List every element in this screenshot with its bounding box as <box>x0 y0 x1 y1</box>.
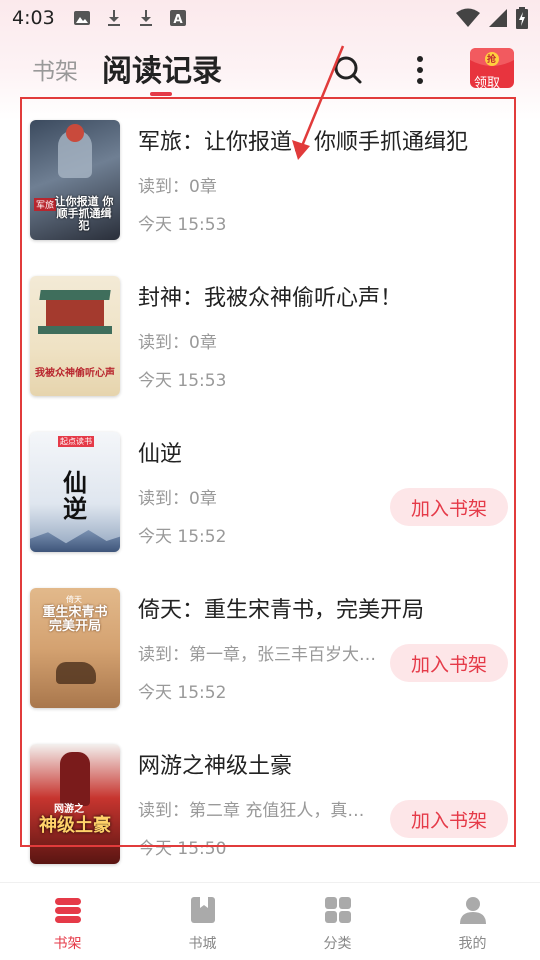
nav-label: 书城 <box>188 936 217 952</box>
cover-tag: 倚天 <box>66 595 82 604</box>
cover-figure-head <box>66 124 84 142</box>
list-item[interactable]: 网游之 神级土豪 网游之神级土豪 读到：第二章 充值狂人，真… 今天 15:50… <box>0 724 540 880</box>
book-progress: 读到：第二章 充值狂人，真… <box>138 801 365 821</box>
cover-title: 仙逆 <box>63 468 87 524</box>
reward-badge: 抢 <box>487 55 497 65</box>
reward-claim-button[interactable]: 抢 领取 <box>466 46 518 91</box>
cover-title: 重生宋青书 完美开局 <box>42 605 108 635</box>
book-cover[interactable]: 我被众神偷听心声 <box>30 276 120 396</box>
nav-label: 书架 <box>53 936 82 952</box>
add-to-shelf-button[interactable]: 加入书架 <box>390 644 508 682</box>
cover-title: 让你报道 你顺手抓通缉犯 <box>54 195 114 233</box>
reading-history-list: 军旅 让你报道 你顺手抓通缉犯 军旅：让你报道，你顺手抓通缉犯 读到：0章 今天… <box>0 100 540 880</box>
book-time: 今天 15:52 <box>138 683 227 703</box>
book-cover[interactable]: 起点读书 仙逆 <box>30 432 120 552</box>
status-time: 4:03 <box>12 7 55 29</box>
cover-horse-silhouette <box>56 662 96 684</box>
tab-reading-history[interactable]: 阅读记录 <box>102 46 222 90</box>
cover-tag: 网游之 <box>54 804 84 815</box>
nav-label: 分类 <box>323 936 352 952</box>
tab-active-indicator <box>150 92 172 96</box>
cover-figure <box>60 752 90 806</box>
book-progress: 读到：0章 <box>138 489 217 509</box>
cover-title: 神级土豪 <box>39 815 111 836</box>
book-progress: 读到：0章 <box>138 177 217 197</box>
add-to-shelf-button[interactable]: 加入书架 <box>390 800 508 838</box>
download-icon <box>107 10 120 26</box>
nav-profile[interactable]: 我的 <box>405 883 540 960</box>
cover-palace-body <box>46 300 104 326</box>
reward-label: 领取 <box>474 76 501 91</box>
cover-tag: 起点读书 <box>58 436 94 447</box>
wifi-icon <box>456 8 480 27</box>
book-cover[interactable]: 网游之 神级土豪 <box>30 744 120 864</box>
nav-book-store[interactable]: 书城 <box>135 883 270 960</box>
add-to-shelf-button[interactable]: 加入书架 <box>390 488 508 526</box>
bookshelf-icon <box>54 898 81 923</box>
book-title: 封神：我被众神偷听心声！ <box>138 286 403 311</box>
book-time: 今天 15:52 <box>138 527 227 547</box>
status-bar: 4:03 A <box>0 0 540 36</box>
more-vertical-icon <box>417 56 423 84</box>
cover-mountains <box>30 530 120 552</box>
list-item[interactable]: 倚天 重生宋青书 完美开局 倚天：重生宋青书，完美开局 读到：第一章，张三丰百岁… <box>0 568 540 724</box>
list-item[interactable]: 起点读书 仙逆 仙逆 读到：0章 今天 15:52 加入书架 <box>0 412 540 568</box>
book-cover[interactable]: 军旅 让你报道 你顺手抓通缉犯 <box>30 120 120 240</box>
nav-label: 我的 <box>458 936 487 952</box>
book-time: 今天 15:53 <box>138 215 227 235</box>
svg-text:A: A <box>173 12 183 26</box>
book-progress: 读到：第一章，张三丰百岁大… <box>138 645 376 665</box>
book-cover[interactable]: 倚天 重生宋青书 完美开局 <box>30 588 120 708</box>
book-time: 今天 15:53 <box>138 371 227 391</box>
list-item[interactable]: 我被众神偷听心声 封神：我被众神偷听心声！ 读到：0章 今天 15:53 <box>0 256 540 412</box>
search-icon <box>334 56 362 84</box>
download-icon <box>139 10 152 26</box>
bottom-navigation: 书架 书城 分类 我的 <box>0 882 540 960</box>
app-header: 书架 阅读记录 抢 领取 <box>0 40 540 100</box>
list-item[interactable]: 军旅 让你报道 你顺手抓通缉犯 军旅：让你报道，你顺手抓通缉犯 读到：0章 今天… <box>0 100 540 256</box>
book-title: 军旅：让你报道，你顺手抓通缉犯 <box>138 130 469 155</box>
image-icon <box>73 11 90 25</box>
signal-icon <box>489 9 507 27</box>
font-app-icon: A <box>169 10 186 26</box>
book-title: 倚天：重生宋青书，完美开局 <box>138 598 425 623</box>
cover-palace-roof <box>38 326 112 334</box>
cover-title: 我被众神偷听心声 <box>35 368 115 379</box>
book-store-icon <box>190 897 215 923</box>
profile-icon <box>459 897 486 924</box>
book-progress: 读到：0章 <box>138 333 217 353</box>
book-title: 网游之神级土豪 <box>138 754 293 779</box>
category-grid-icon <box>324 897 351 923</box>
search-button[interactable] <box>328 50 368 90</box>
book-time: 今天 15:50 <box>138 839 227 859</box>
nav-bookshelf[interactable]: 书架 <box>0 883 135 960</box>
more-options-button[interactable] <box>400 50 440 90</box>
nav-category[interactable]: 分类 <box>270 883 405 960</box>
book-title: 仙逆 <box>138 442 183 467</box>
cover-palace <box>39 290 111 300</box>
battery-charging-icon <box>516 7 528 29</box>
tab-bookshelf[interactable]: 书架 <box>32 52 78 86</box>
